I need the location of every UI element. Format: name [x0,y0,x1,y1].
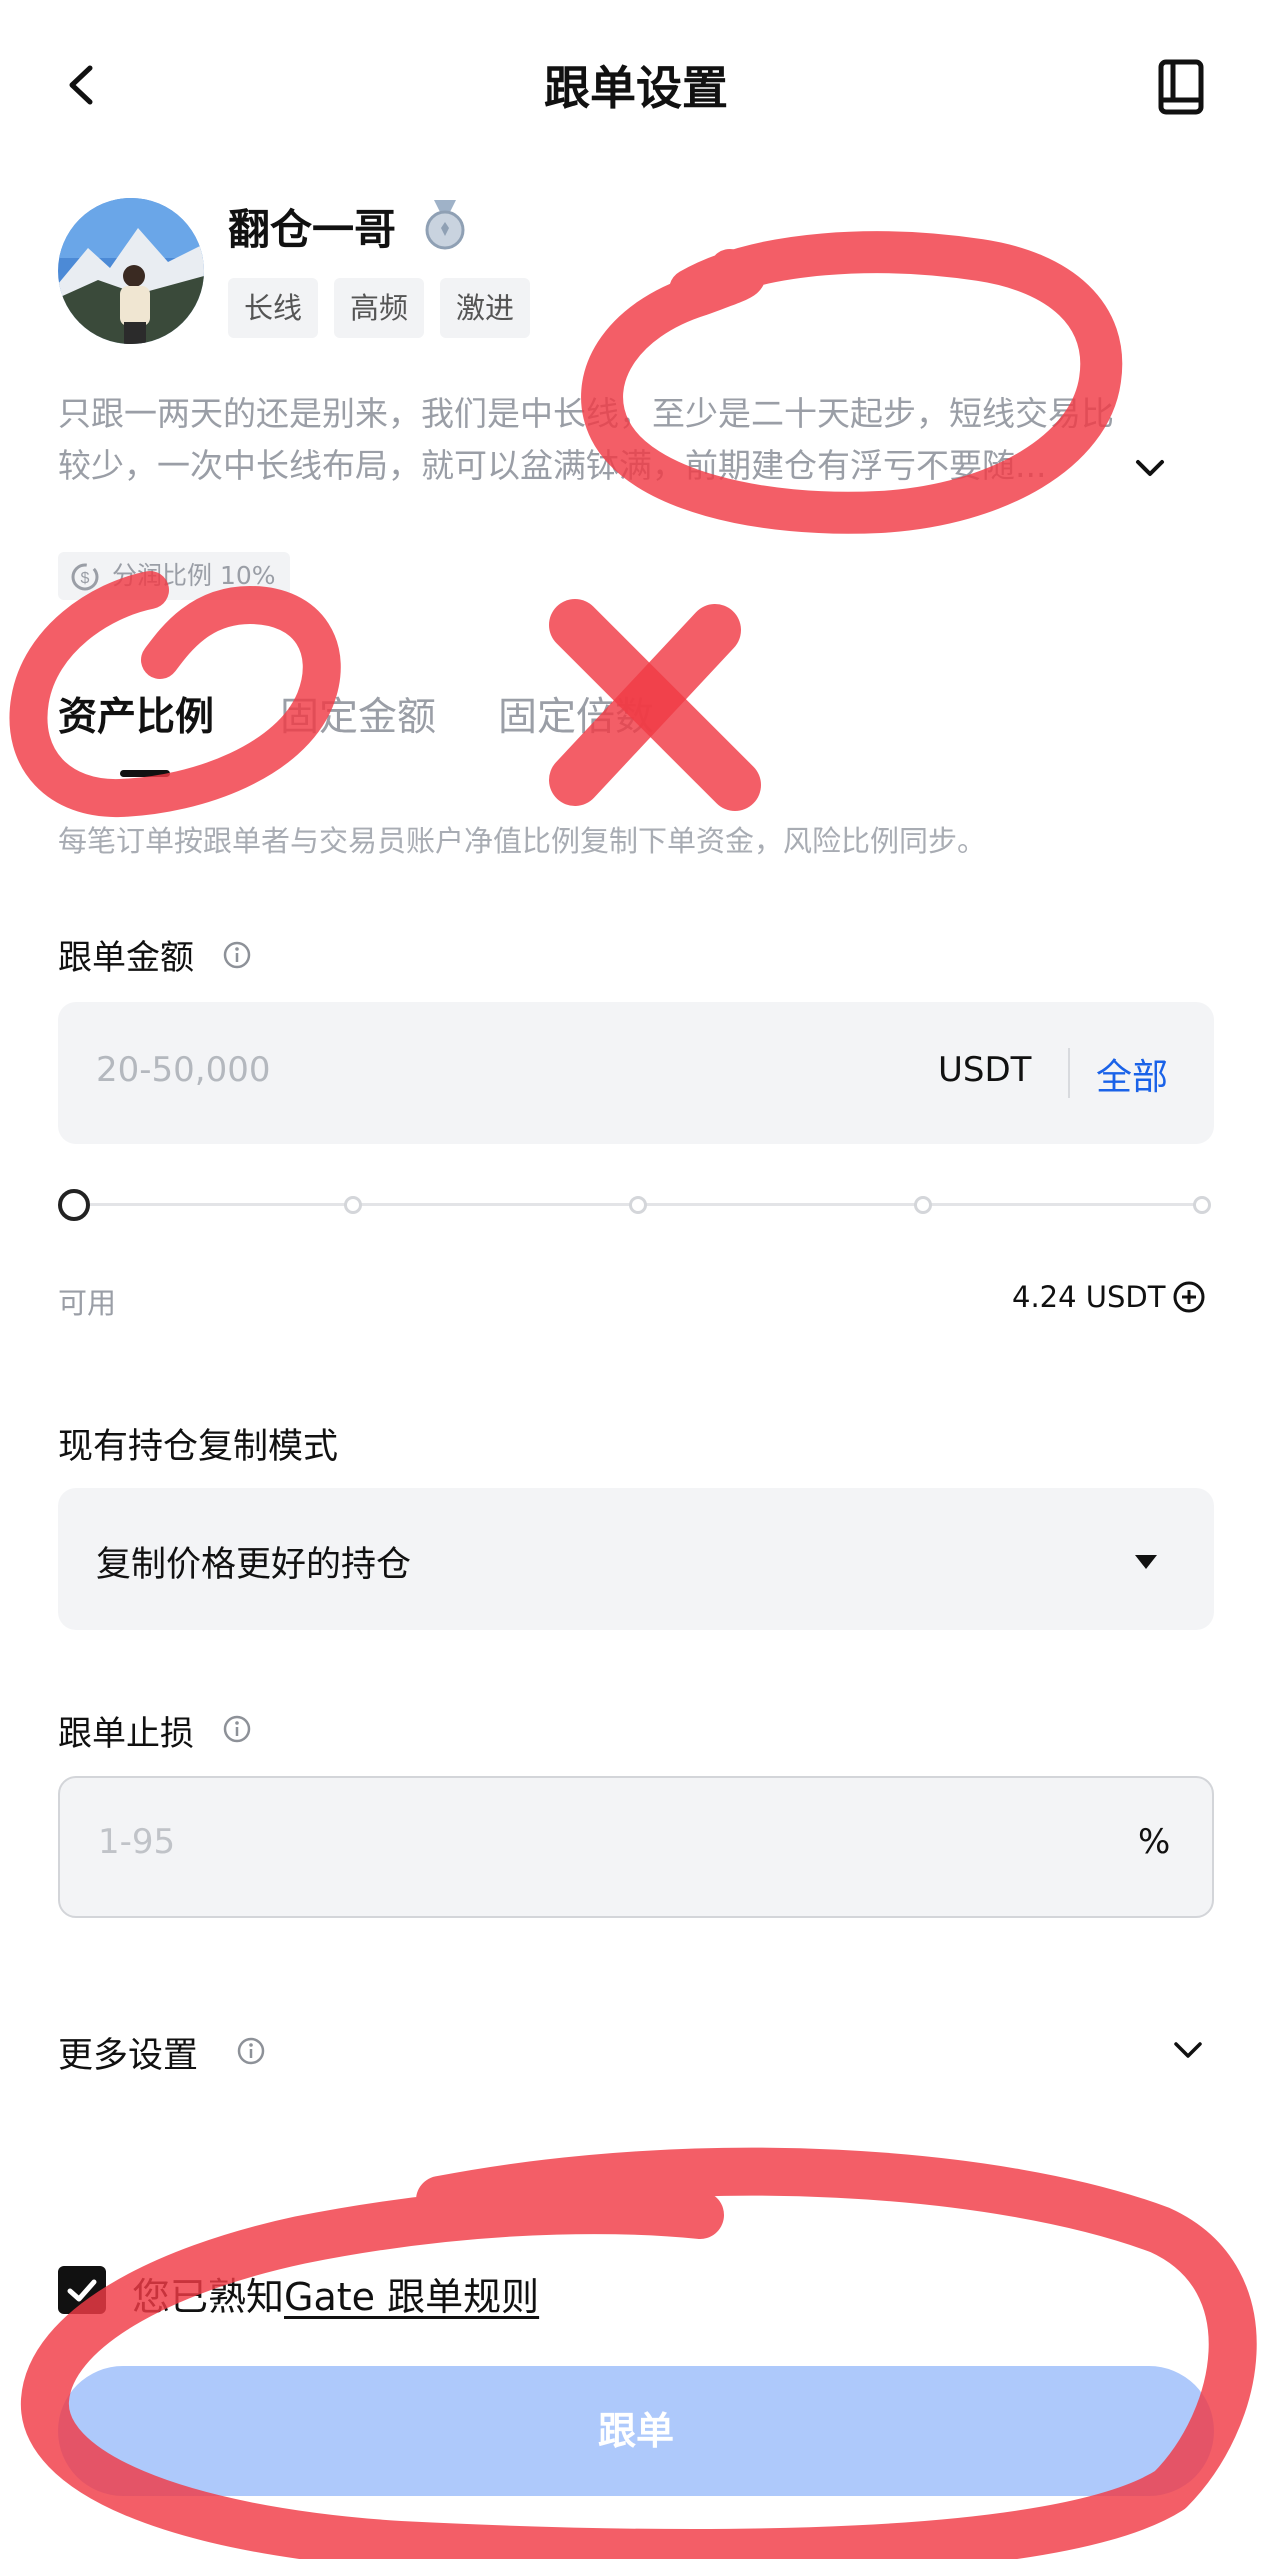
agreement-text: 您已熟知Gate 跟单规则 [132,2266,539,2321]
tag-high-frequency: 高频 [334,278,425,338]
guide-button[interactable] [1155,58,1211,118]
stop-loss-label: 跟单止损 [58,1714,194,1754]
agreement-checkbox[interactable] [58,2266,106,2314]
copy-rules-link[interactable]: Gate 跟单规则 [284,2275,539,2319]
amount-label: 跟单金额 [58,938,194,978]
avatar-photo [58,198,204,344]
slider-step-dot[interactable] [1193,1196,1211,1214]
info-icon[interactable] [222,1714,252,1744]
slider-step-dot[interactable] [344,1196,362,1214]
slider-step-dot[interactable] [914,1196,932,1214]
available-balance: 4.24 USDT [1012,1280,1166,1314]
trader-bio[interactable]: 只跟一两天的还是别来，我们是中长线，至少是二十天起步，短线交易比 较少，一次中长… [58,388,1218,492]
copy-mode-label: 现有持仓复制模式 [58,1427,339,1467]
amount-slider-thumb[interactable] [58,1189,90,1221]
tab-asset-ratio[interactable]: 资产比例 [58,686,214,742]
trader-avatar[interactable] [58,198,204,344]
available-label: 可用 [58,1286,117,1320]
amount-input[interactable]: 20-50,000 [96,1050,271,1090]
caret-down-icon[interactable] [1133,1553,1159,1571]
copy-mode-selected[interactable]: 复制价格更好的持仓 [96,1536,411,1587]
medal-icon [420,198,470,252]
tab-fixed-multiple[interactable]: 固定倍数 [498,686,654,742]
trader-name: 翻仓一哥 [228,205,397,254]
slider-step-dot[interactable] [629,1196,647,1214]
book-icon [1158,59,1204,115]
tag-long-term: 长线 [228,278,319,338]
tag-aggressive: 激进 [440,278,531,338]
coin-icon: $ [70,562,100,592]
max-amount-button[interactable]: 全部 [1096,1048,1168,1100]
bio-line-2: 较少，一次中长线布局，就可以盆满钵满，前期建仓有浮亏不要随... [58,446,1047,485]
chevron-down-icon[interactable] [1170,2032,1206,2068]
bio-line-1: 只跟一两天的还是别来，我们是中长线，至少是二十天起步，短线交易比 [58,394,1114,433]
more-settings-label[interactable]: 更多设置 [58,2027,198,2078]
stop-loss-unit: % [1138,1822,1171,1862]
tab-fixed-amount[interactable]: 固定金额 [280,686,436,742]
info-icon[interactable] [236,2036,266,2066]
info-icon[interactable] [222,940,252,970]
tab-description: 每笔订单按跟单者与交易员账户净值比例复制下单资金，风险比例同步。 [58,824,987,858]
svg-text:$: $ [81,570,90,587]
checkmark-icon [67,2279,97,2302]
chevron-down-icon [1136,460,1164,476]
follow-button[interactable]: 跟单 [58,2366,1214,2496]
unit-divider [1068,1048,1070,1098]
plus-circle-icon[interactable] [1172,1280,1206,1314]
stop-loss-input[interactable]: 1-95 [98,1822,175,1862]
amount-unit: USDT [938,1050,1032,1090]
page-title: 跟单设置 [544,61,728,115]
agreement-prefix: 您已熟知 [132,2275,285,2319]
stop-loss-input-box[interactable] [58,1776,1214,1918]
bio-expand-button[interactable] [1130,448,1170,488]
active-tab-indicator [120,770,170,777]
